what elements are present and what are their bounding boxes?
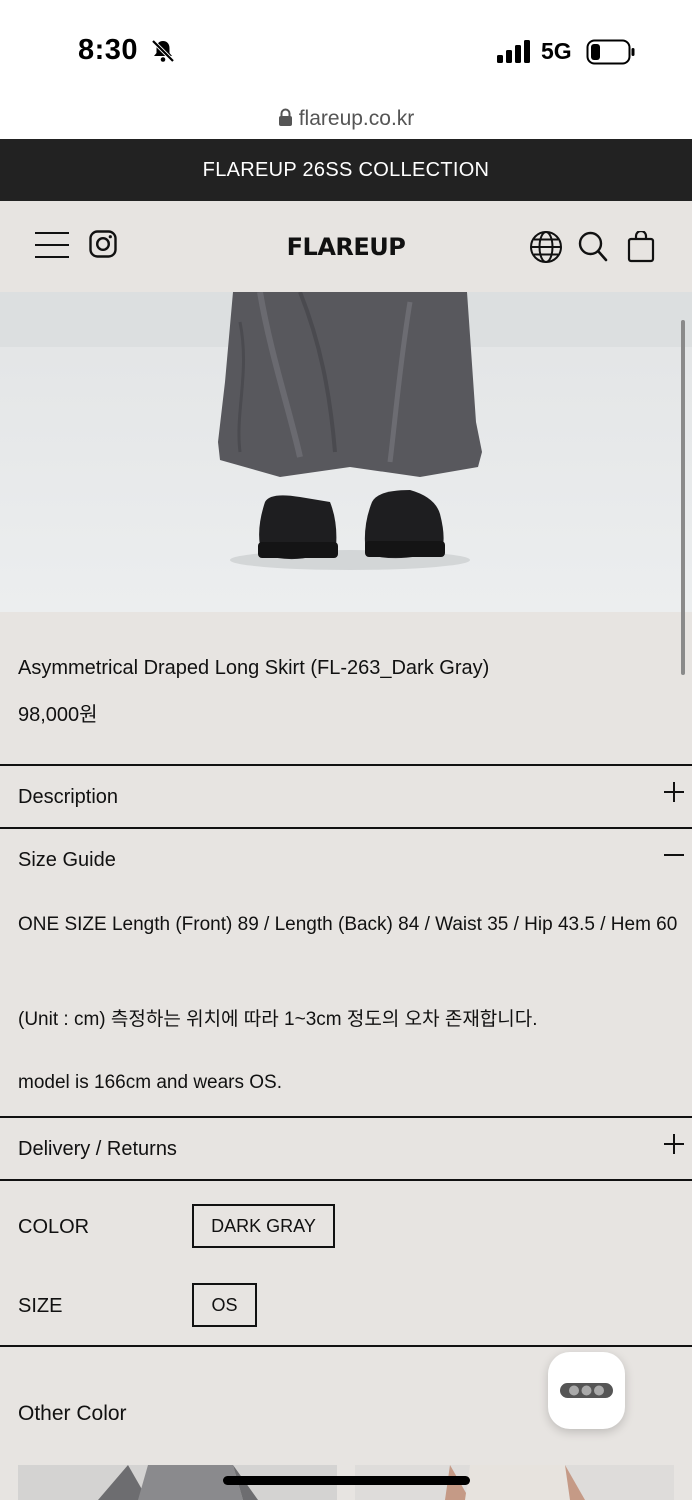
plus-icon[interactable] bbox=[662, 780, 686, 804]
plus-icon[interactable] bbox=[662, 1132, 686, 1156]
other-color-heading: Other Color bbox=[18, 1402, 127, 1425]
divider bbox=[0, 1179, 692, 1181]
accordion-size-guide[interactable]: Size Guide bbox=[0, 829, 692, 889]
size-guide-measurements: ONE SIZE Length (Front) 89 / Length (Bac… bbox=[18, 914, 678, 935]
signal-icon bbox=[497, 40, 530, 63]
search-icon[interactable] bbox=[578, 231, 608, 263]
chat-button[interactable] bbox=[548, 1352, 625, 1429]
product-photo bbox=[0, 292, 692, 612]
network-type: 5G bbox=[541, 38, 572, 64]
url-display[interactable]: flareup.co.kr bbox=[0, 107, 692, 131]
lock-icon bbox=[278, 108, 292, 126]
color-option-dark-gray[interactable]: DARK GRAY bbox=[192, 1204, 335, 1248]
accordion-description-label: Description bbox=[18, 786, 119, 808]
divider bbox=[0, 1345, 692, 1347]
size-option-os[interactable]: OS bbox=[192, 1283, 257, 1327]
home-indicator[interactable] bbox=[223, 1476, 470, 1485]
status-bar: 8:30 5G bbox=[0, 0, 692, 100]
accordion-delivery[interactable]: Delivery / Returns bbox=[0, 1118, 692, 1179]
battery-icon bbox=[586, 39, 635, 65]
announcement-bar[interactable]: FLAREUP 26SS COLLECTION bbox=[0, 139, 692, 201]
product-title: Asymmetrical Draped Long Skirt (FL-263_D… bbox=[18, 657, 490, 679]
accordion-size-guide-label: Size Guide bbox=[18, 849, 116, 871]
page-scrollbar[interactable] bbox=[681, 320, 685, 675]
accordion-description[interactable]: Description bbox=[0, 766, 692, 827]
chat-icon bbox=[560, 1383, 613, 1398]
minus-icon[interactable] bbox=[662, 843, 686, 867]
bell-slash-icon bbox=[151, 39, 175, 63]
url-text: flareup.co.kr bbox=[298, 107, 415, 130]
status-time: 8:30 bbox=[78, 34, 139, 66]
bag-icon[interactable] bbox=[627, 231, 655, 263]
size-guide-note: (Unit : cm) 측정하는 위치에 따라 1~3cm 정도의 오차 존재합… bbox=[18, 1009, 538, 1030]
size-guide-model: model is 166cm and wears OS. bbox=[18, 1072, 283, 1093]
accordion-delivery-label: Delivery / Returns bbox=[18, 1138, 177, 1160]
product-image[interactable] bbox=[0, 292, 692, 612]
globe-icon[interactable] bbox=[529, 230, 563, 264]
product-price: 98,000원 bbox=[18, 704, 98, 726]
site-header: FLAREUP bbox=[0, 201, 692, 292]
color-label: COLOR bbox=[18, 1216, 90, 1238]
size-label: SIZE bbox=[18, 1295, 63, 1317]
browser-url-bar[interactable]: flareup.co.kr bbox=[0, 100, 692, 140]
